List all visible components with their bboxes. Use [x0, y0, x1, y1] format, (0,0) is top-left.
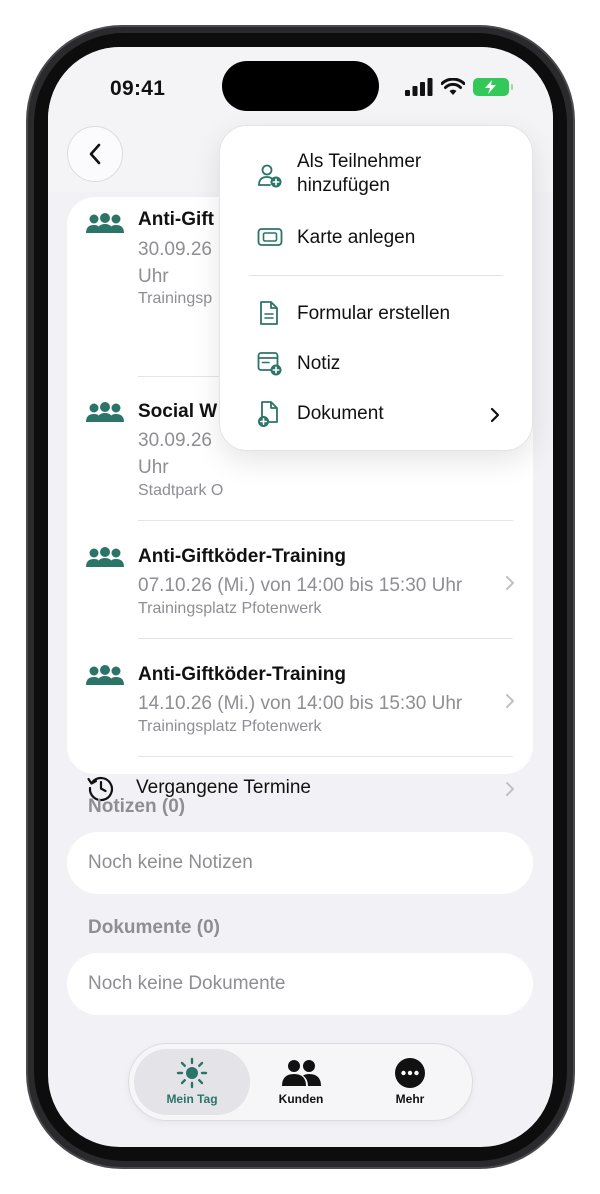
ticket-icon	[257, 228, 283, 246]
menu-item-label-line1: Als Teilnehmer	[297, 151, 422, 172]
tab-bar: Mein Tag Kunden Mehr	[128, 1043, 473, 1121]
note-add-icon	[257, 352, 282, 376]
menu-item-add-participant[interactable]: Als Teilnehmer hinzufügen	[220, 150, 532, 206]
chevron-right-icon	[506, 782, 514, 796]
event-title: Anti-Gift	[138, 209, 214, 230]
notes-empty: Noch keine Notizen	[67, 832, 533, 894]
tab-mein-tag[interactable]: Mein Tag	[134, 1049, 250, 1115]
menu-item-label: Karte anlegen	[297, 227, 416, 248]
event-time-suffix: Uhr	[138, 457, 169, 478]
menu-item-create-card[interactable]: Karte anlegen	[220, 222, 532, 254]
menu-item-label: Formular erstellen	[297, 303, 451, 324]
group-icon	[86, 402, 124, 422]
tab-label: Mein Tag	[166, 1092, 218, 1106]
status-icons	[405, 78, 513, 96]
wifi-icon	[441, 78, 465, 95]
chevron-right-icon	[490, 407, 500, 423]
group-icon	[86, 213, 124, 233]
notes-section-title: Notizen (0)	[88, 796, 186, 817]
event-title: Anti-Giftköder-Training	[138, 546, 346, 567]
tab-kunden[interactable]: Kunden	[243, 1049, 359, 1115]
battery-icon	[473, 78, 513, 96]
group-icon	[86, 665, 124, 685]
documents-section-title: Dokumente (0)	[88, 917, 220, 938]
menu-divider	[249, 275, 503, 276]
tab-label: Mehr	[395, 1092, 425, 1106]
event-row[interactable]: Anti-Giftköder-Training 07.10.26 (Mi.) v…	[67, 542, 533, 642]
app-screen: 09:41 Anti-Gift 30.09.26 Uhr Trainingsp …	[48, 47, 553, 1147]
add-person-icon	[258, 164, 282, 188]
divider	[138, 638, 513, 639]
event-place: Trainingsp	[138, 290, 213, 307]
event-row[interactable]: Anti-Giftköder-Training 14.10.26 (Mi.) v…	[67, 660, 533, 760]
chevron-left-icon	[89, 143, 101, 165]
back-button[interactable]	[67, 126, 123, 182]
event-place: Trainingsplatz Pfotenwerk	[138, 600, 322, 617]
signal-icon	[405, 78, 433, 96]
chevron-right-icon	[506, 694, 514, 708]
menu-item-document[interactable]: Dokument	[220, 398, 532, 430]
people-icon	[282, 1060, 321, 1086]
dynamic-island	[222, 61, 379, 111]
tab-label: Kunden	[278, 1092, 324, 1106]
menu-item-label: Als Teilnehmer hinzufügen	[297, 150, 421, 198]
divider	[138, 756, 513, 757]
document-add-icon	[258, 401, 278, 427]
chevron-right-icon	[506, 576, 514, 590]
event-time: 14.10.26 (Mi.) von 14:00 bis 15:30 Uhr	[138, 693, 463, 714]
event-place: Stadtpark O	[138, 482, 224, 499]
menu-item-label: Dokument	[297, 403, 384, 424]
context-menu: Als Teilnehmer hinzufügen Karte anlegen …	[219, 125, 533, 451]
menu-item-label-line2: hinzufügen	[297, 175, 390, 196]
tab-mehr[interactable]: Mehr	[352, 1049, 468, 1115]
menu-item-note[interactable]: Notiz	[220, 348, 532, 380]
documents-empty: Noch keine Dokumente	[67, 953, 533, 1015]
menu-item-create-form[interactable]: Formular erstellen	[220, 298, 532, 330]
event-title: Social W	[138, 401, 218, 422]
menu-item-label: Notiz	[297, 353, 341, 374]
event-time: 07.10.26 (Mi.) von 14:00 bis 15:30 Uhr	[138, 575, 463, 596]
form-document-icon	[260, 301, 278, 325]
event-title: Anti-Giftköder-Training	[138, 664, 346, 685]
group-icon	[86, 547, 124, 567]
status-time: 09:41	[110, 77, 166, 100]
event-place: Trainingsplatz Pfotenwerk	[138, 718, 322, 735]
more-icon	[395, 1058, 425, 1088]
divider	[138, 520, 513, 521]
sun-icon	[176, 1057, 208, 1089]
